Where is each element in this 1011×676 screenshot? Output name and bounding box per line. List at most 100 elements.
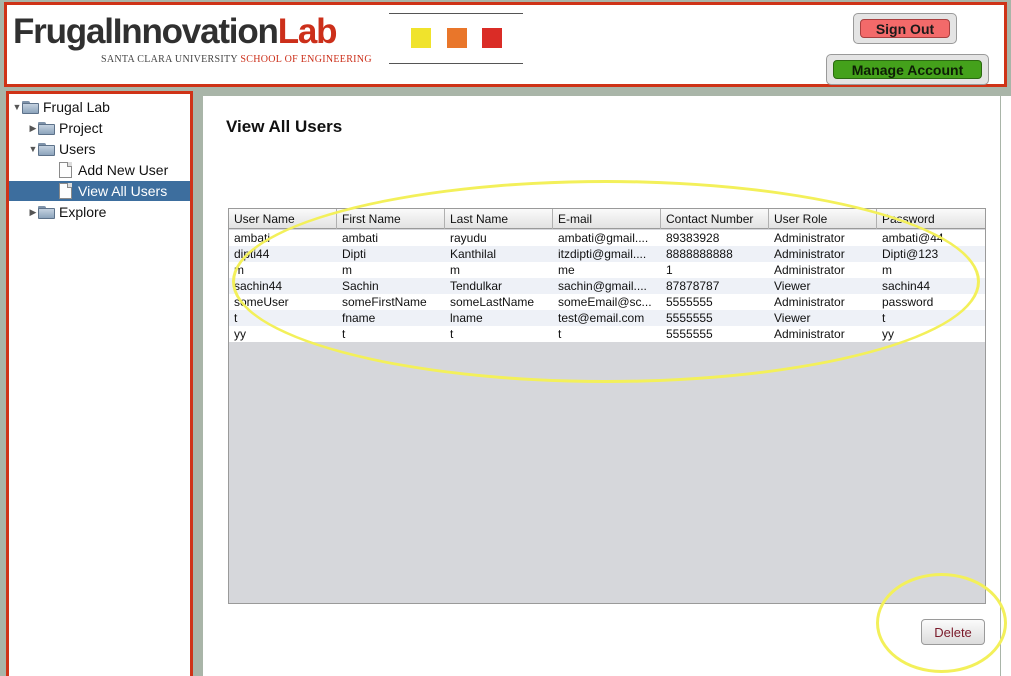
cell-contact-number: 5555555 [666,311,713,325]
expanded-arrow-icon[interactable]: ▼ [12,102,22,112]
logo-wordmark: FrugalInnovationLab [13,11,338,53]
cell-contact-number: 89383928 [666,231,720,245]
tree-item-view-all-users[interactable]: View All Users [9,181,190,201]
table-row[interactable]: t fname lname test@email.com 5555555 Vie… [229,310,985,326]
manage-account-frame: Manage Account [826,54,989,85]
column-header-email[interactable]: E-mail [553,209,661,229]
cell-user-role: Administrator [774,231,845,245]
adjacent-window-edge [1001,96,1011,676]
color-swatch-decoration [389,13,523,64]
column-header-last-name[interactable]: Last Name [445,209,553,229]
cell-user-name: sachin44 [234,279,283,293]
cell-first-name: someFirstName [342,295,427,309]
folder-icon [38,121,55,135]
cell-password: password [882,295,934,309]
cell-email: someEmail@sc... [558,295,652,309]
cell-first-name: t [342,327,346,341]
column-header-password[interactable]: Password [877,209,985,229]
yellow-swatch [411,28,431,48]
cell-first-name: m [342,263,352,277]
cell-first-name: fname [342,311,376,325]
cell-user-name: someUser [234,295,289,309]
cell-user-role: Administrator [774,295,845,309]
frugal-innovation-lab-logo: FrugalInnovationLab SANTA CLARA UNIVERSI… [13,11,378,69]
tree-label: Users [59,141,96,157]
cell-contact-number: 1 [666,263,673,277]
collapsed-arrow-icon[interactable]: ▶ [28,123,38,134]
cell-contact-number: 87878787 [666,279,720,293]
tree-item-explore[interactable]: ▶ Explore [9,202,190,222]
logo-text-lab: Lab [277,12,338,51]
tree-label: Add New User [78,162,169,178]
cell-contact-number: 8888888888 [666,247,733,261]
orange-swatch [447,28,467,48]
cell-user-role: Administrator [774,247,845,261]
table-row[interactable]: someUser someFirstName someLastName some… [229,294,985,310]
tree-item-frugal-lab[interactable]: ▼ Frugal Lab [9,97,190,117]
table-header: User Name First Name Last Name E-mail Co… [229,209,985,229]
folder-icon [38,142,55,156]
cell-last-name: Tendulkar [450,279,503,293]
table-row[interactable]: yy t t t 5555555 Administrator yy [229,326,985,342]
table-row[interactable]: ambati ambati rayudu ambati@gmail.... 89… [229,230,985,246]
cell-last-name: lname [450,311,483,325]
column-header-first-name[interactable]: First Name [337,209,445,229]
cell-email: ambati@gmail.... [558,231,649,245]
table-row[interactable]: sachin44 Sachin Tendulkar sachin@gmail..… [229,278,985,294]
cell-password: m [882,263,892,277]
tree-label: Frugal Lab [43,99,110,115]
document-icon [59,162,72,178]
cell-last-name: Kanthilal [450,247,497,261]
table-row[interactable]: dipti44 Dipti Kanthilal itzdipti@gmail..… [229,246,985,262]
cell-password: Dipti@123 [882,247,939,261]
cell-user-role: Viewer [774,279,811,293]
cell-user-role: Viewer [774,311,811,325]
logo-text-frugal: FrugalInnovation [13,12,279,51]
tree-item-project[interactable]: ▶ Project [9,118,190,138]
logo-university: SANTA CLARA UNIVERSITY [101,54,238,65]
logo-subtitle: SANTA CLARA UNIVERSITY SCHOOL OF ENGINEE… [101,54,372,65]
document-icon [59,183,72,199]
cell-user-role: Administrator [774,327,845,341]
manage-account-button[interactable]: Manage Account [833,60,982,79]
cell-password: ambati@44 [882,231,944,245]
cell-first-name: Dipti [342,247,367,261]
users-table[interactable]: User Name First Name Last Name E-mail Co… [228,208,986,604]
cell-password: yy [882,327,894,341]
app-header: FrugalInnovationLab SANTA CLARA UNIVERSI… [4,2,1007,87]
cell-password: t [882,311,886,325]
cell-email: itzdipti@gmail.... [558,247,647,261]
cell-user-name: t [234,311,238,325]
cell-user-name: dipti44 [234,247,270,261]
expanded-arrow-icon[interactable]: ▼ [28,144,38,154]
cell-email: t [558,327,562,341]
sign-out-button[interactable]: Sign Out [860,19,950,38]
cell-user-role: Administrator [774,263,845,277]
cell-last-name: rayudu [450,231,487,245]
cell-user-name: yy [234,327,246,341]
column-header-user-name[interactable]: User Name [229,209,337,229]
tree-item-users[interactable]: ▼ Users [9,139,190,159]
table-row[interactable]: m m m me 1 Administrator m [229,262,985,278]
cell-email: me [558,263,575,277]
tree-item-add-new-user[interactable]: Add New User [9,160,190,180]
table-body: ambati ambati rayudu ambati@gmail.... 89… [229,230,985,342]
cell-email: test@email.com [558,311,645,325]
cell-first-name: Sachin [342,279,379,293]
page-title: View All Users [226,117,343,136]
collapsed-arrow-icon[interactable]: ▶ [28,207,38,218]
tree-label: View All Users [78,183,168,199]
main-panel: View All Users User Name First Name Last… [203,96,1000,676]
cell-user-name: ambati [234,231,271,245]
cell-password: sachin44 [882,279,931,293]
navigation-tree: ▼ Frugal Lab ▶ Project ▼ Users Add New U… [6,91,193,676]
tree-label: Explore [59,204,107,220]
column-header-user-role[interactable]: User Role [769,209,877,229]
tree-label: Project [59,120,103,136]
delete-button[interactable]: Delete [921,619,985,645]
cell-email: sachin@gmail.... [558,279,647,293]
cell-last-name: m [450,263,460,277]
column-header-contact-number[interactable]: Contact Number [661,209,769,229]
logo-school: SCHOOL OF ENGINEERING [240,54,372,65]
cell-first-name: ambati [342,231,379,245]
